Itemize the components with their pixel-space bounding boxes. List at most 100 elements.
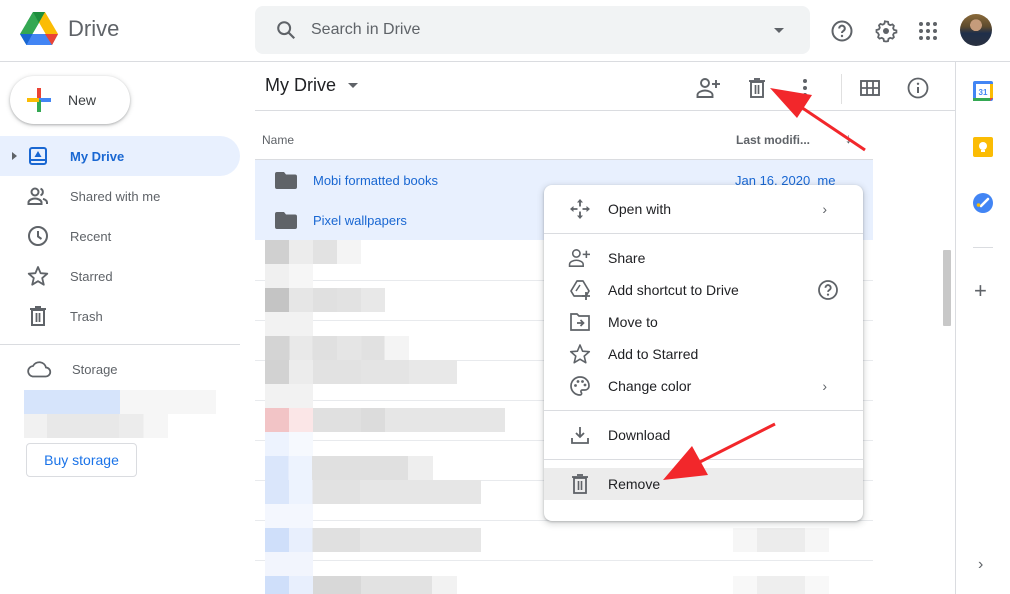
sidebar-item-trash[interactable]: Trash: [0, 296, 240, 336]
menu-item-label: Add to Starred: [608, 346, 699, 362]
page-title-text: My Drive: [265, 75, 336, 95]
help-button[interactable]: [825, 14, 859, 48]
menu-divider: [544, 233, 863, 234]
settings-button[interactable]: [869, 14, 903, 48]
search-options-caret-icon[interactable]: [774, 28, 784, 33]
side-panel-divider: [973, 247, 993, 248]
blurred-item: [265, 288, 385, 312]
info-icon: [907, 77, 929, 99]
add-addon-icon[interactable]: +: [974, 280, 987, 302]
sidebar-divider: [0, 344, 240, 345]
menu-divider: [544, 410, 863, 411]
menu-item-open-with[interactable]: Open with ›: [544, 193, 863, 225]
column-name[interactable]: Name: [262, 133, 294, 147]
search-icon[interactable]: [275, 19, 297, 41]
chevron-right-icon: ›: [822, 378, 827, 394]
clock-icon: [26, 224, 50, 248]
expand-arrow-icon[interactable]: [12, 152, 17, 160]
search-input[interactable]: [311, 21, 751, 39]
sidebar-item-my-drive[interactable]: My Drive: [0, 136, 240, 176]
blurred-item: [265, 240, 361, 264]
new-button-label: New: [68, 92, 97, 108]
add-shortcut-icon: [568, 278, 592, 302]
menu-item-move-to[interactable]: Move to: [544, 306, 863, 338]
help-icon: [831, 20, 853, 42]
menu-item-add-to-starred[interactable]: Add to Starred: [544, 338, 863, 370]
folder-icon: [275, 212, 297, 229]
trash-icon: [26, 304, 50, 328]
svg-text:31: 31: [979, 88, 988, 97]
buy-storage-button[interactable]: Buy storage: [26, 443, 137, 477]
new-button[interactable]: New: [10, 76, 130, 124]
keep-icon[interactable]: [972, 136, 994, 158]
cloud-icon: [27, 361, 52, 378]
google-drive-logo-icon: [20, 12, 58, 45]
app-name: Drive: [68, 16, 120, 41]
remove-button[interactable]: [743, 74, 771, 102]
page-title[interactable]: My Drive: [265, 75, 358, 96]
more-actions-button[interactable]: [791, 74, 819, 102]
blurred-item: [733, 528, 829, 552]
blurred-item: [265, 312, 313, 336]
sidebar-item-label: Starred: [70, 268, 113, 284]
storage-usage-bar-blurred: [24, 390, 216, 414]
view-details-button[interactable]: [904, 74, 932, 102]
avatar[interactable]: [960, 14, 992, 46]
sidebar-item-label: My Drive: [70, 148, 125, 164]
blurred-item: [265, 576, 457, 594]
blurred-item: [265, 432, 313, 456]
storage-usage-text-blurred: [24, 414, 168, 438]
star-icon: [568, 342, 592, 366]
chevron-right-icon: ›: [822, 201, 827, 217]
sidebar-nav: My Drive Shared with me Recent Starred T…: [0, 136, 240, 336]
share-button[interactable]: [695, 74, 723, 102]
share-icon: [696, 78, 720, 98]
menu-item-share[interactable]: Share: [544, 242, 863, 274]
palette-icon: [568, 374, 592, 398]
apps-button[interactable]: [911, 14, 945, 48]
file-list-header: Name Last modifi... ↓: [255, 112, 873, 160]
shared-icon: [26, 184, 50, 208]
scrollbar-thumb[interactable]: [943, 250, 951, 326]
sidebar-item-shared-with-me[interactable]: Shared with me: [0, 176, 240, 216]
menu-item-label: Remove: [608, 476, 661, 492]
side-panel: 31 + ›: [955, 62, 1010, 594]
search-bar[interactable]: [255, 6, 810, 54]
menu-item-change-color[interactable]: Change color ›: [544, 370, 863, 402]
blurred-item: [265, 504, 313, 528]
gear-icon: [875, 20, 898, 43]
arrow-down-icon[interactable]: ↓: [845, 130, 852, 146]
calendar-icon[interactable]: 31: [972, 80, 994, 102]
sidebar: New My Drive Shared with me Recent Starr…: [0, 62, 255, 594]
tasks-icon[interactable]: [972, 192, 994, 214]
blurred-item: [265, 264, 313, 288]
more-vert-icon: [803, 79, 807, 97]
blurred-item: [265, 552, 313, 576]
drive-logo[interactable]: Drive: [20, 12, 119, 46]
menu-item-label: Open with: [608, 201, 672, 217]
column-last-modified[interactable]: Last modifi...: [736, 133, 810, 147]
trash-icon: [568, 472, 592, 496]
blurred-item: [265, 336, 409, 360]
apps-grid-icon: [919, 22, 937, 40]
download-icon: [568, 423, 592, 447]
open-with-icon: [568, 197, 592, 221]
sidebar-item-recent[interactable]: Recent: [0, 216, 240, 256]
sidebar-item-starred[interactable]: Starred: [0, 256, 240, 296]
trash-icon: [749, 78, 765, 98]
menu-item-download[interactable]: Download: [544, 419, 863, 451]
help-icon[interactable]: [817, 279, 839, 301]
grid-view-button[interactable]: [856, 74, 884, 102]
expand-panel-icon[interactable]: ›: [978, 556, 983, 574]
toolbar-divider: [841, 74, 842, 104]
blurred-item: [265, 360, 457, 384]
menu-item-remove[interactable]: Remove: [544, 468, 863, 500]
sidebar-item-storage[interactable]: Storage: [26, 360, 118, 378]
sidebar-item-label: Recent: [70, 228, 112, 244]
menu-item-label: Move to: [608, 314, 658, 330]
menu-item-add-shortcut[interactable]: Add shortcut to Drive: [544, 274, 863, 306]
move-to-icon: [568, 310, 592, 334]
menu-item-label: Add shortcut to Drive: [608, 282, 739, 298]
toolbar: My Drive: [255, 62, 955, 111]
title-dropdown-icon: [348, 83, 358, 88]
